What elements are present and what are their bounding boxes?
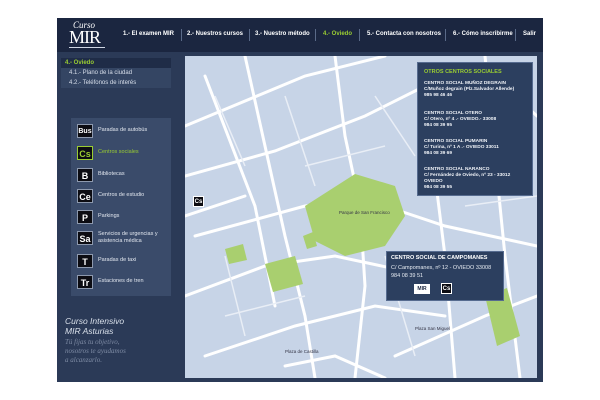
taxi-icon: T bbox=[77, 254, 93, 268]
popup-address: C/ Campomanes, nº 12 - OVIEDO 33008 bbox=[391, 265, 492, 271]
legend-item-centros-estudio[interactable]: Ce Centros de estudio bbox=[77, 189, 173, 203]
app-frame: Curso MIR 1.- El examen MIR 2.- Nuestros… bbox=[57, 18, 543, 382]
legend-item-tren[interactable]: Tr Estaciones de tren bbox=[77, 275, 173, 289]
brand-title: Curso Intensivo MIR Asturias bbox=[65, 316, 125, 336]
nav-salir[interactable]: Salir bbox=[523, 31, 536, 37]
map-label-plaza-castilla: Plaza de Castilla bbox=[285, 349, 319, 354]
center-munoz-degrain: CENTRO SOCIAL MUÑOZ DEGRAIN C/Muñoz degr… bbox=[424, 81, 515, 98]
center-otero: CENTRO SOCIAL OTERO C/ Otero, nº 4 .- OV… bbox=[424, 111, 497, 128]
brand-tagline: Tú fijas tu objetivo, nosotros te ayudam… bbox=[65, 338, 126, 364]
map-legend: Bus Paradas de autobús Cs Centros social… bbox=[71, 118, 171, 296]
social-center-marker[interactable]: Cs bbox=[193, 196, 204, 207]
nav-nuestro-metodo[interactable]: 3.- Nuestro método bbox=[255, 31, 310, 37]
legend-item-parkings[interactable]: P Parkings bbox=[77, 210, 173, 224]
centers-header: OTROS CENTROS SOCIALES bbox=[424, 69, 502, 75]
nav-contacta[interactable]: 5.- Contacta con nosotros bbox=[367, 31, 441, 37]
nav-separator bbox=[359, 29, 360, 41]
study-center-icon: Ce bbox=[77, 189, 93, 203]
nav-como-inscribirme[interactable]: 6.- Cómo inscribirme bbox=[453, 31, 513, 37]
popup-phone: 984 08 39 51 bbox=[391, 273, 424, 279]
legend-item-centros-sociales[interactable]: Cs Centros sociales bbox=[77, 146, 173, 160]
center-pumarin: CENTRO SOCIAL PUMARIN C/ Turina, nº 1 A … bbox=[424, 139, 499, 156]
submenu-telefonos[interactable]: 4.2.- Teléfonos de interés bbox=[61, 78, 171, 88]
medical-icon: Sa bbox=[77, 231, 93, 245]
popup-social-center-marker[interactable]: Cs bbox=[441, 283, 452, 294]
library-icon: B bbox=[77, 168, 93, 182]
logo-underline bbox=[69, 47, 105, 48]
legend-item-urgencias[interactable]: Sa Servicios de urgencias y asistencia m… bbox=[77, 231, 173, 245]
nav-separator bbox=[249, 29, 250, 41]
nav-separator bbox=[515, 29, 516, 41]
bus-stop-icon: Bus bbox=[77, 124, 93, 138]
nav-oviedo[interactable]: 4.- Oviedo bbox=[323, 31, 352, 37]
nav-separator bbox=[181, 29, 182, 41]
map-label-plaza-san-miguel: Plaza San Miguel bbox=[415, 326, 451, 331]
legend-item-bus[interactable]: Bus Paradas de autobús bbox=[77, 124, 173, 138]
nav-separator bbox=[445, 29, 446, 41]
curso-mir-logo[interactable]: Curso MIR bbox=[67, 20, 109, 50]
popup-title: CENTRO SOCIAL DE CAMPOMANES bbox=[391, 255, 488, 261]
submenu-title[interactable]: 4.- Oviedo bbox=[61, 58, 171, 68]
map-label-parque: Parque de San Francisco bbox=[339, 210, 390, 215]
nav-separator bbox=[315, 29, 316, 41]
logo-mir: MIR bbox=[69, 27, 101, 47]
top-nav-bar: Curso MIR 1.- El examen MIR 2.- Nuestros… bbox=[57, 18, 543, 52]
center-naranco: CENTRO SOCIAL NARANCO C/ Fernández de Ov… bbox=[424, 167, 511, 190]
legend-item-bibliotecas[interactable]: B Bibliotecas bbox=[77, 168, 173, 182]
nav-el-examen-mir[interactable]: 1.- El examen MIR bbox=[123, 31, 174, 37]
legend-item-taxi[interactable]: T Paradas de taxi bbox=[77, 254, 173, 268]
otros-centros-panel: OTROS CENTROS SOCIALES CENTRO SOCIAL MUÑ… bbox=[417, 62, 533, 196]
popup-mir-logo: MIR bbox=[414, 284, 430, 294]
train-icon: Tr bbox=[77, 275, 93, 289]
nav-nuestros-cursos[interactable]: 2.- Nuestros cursos bbox=[187, 31, 243, 37]
submenu-plano-ciudad[interactable]: 4.1.- Plano de la ciudad bbox=[61, 68, 171, 78]
parking-icon: P bbox=[77, 210, 93, 224]
social-center-icon: Cs bbox=[77, 146, 93, 160]
